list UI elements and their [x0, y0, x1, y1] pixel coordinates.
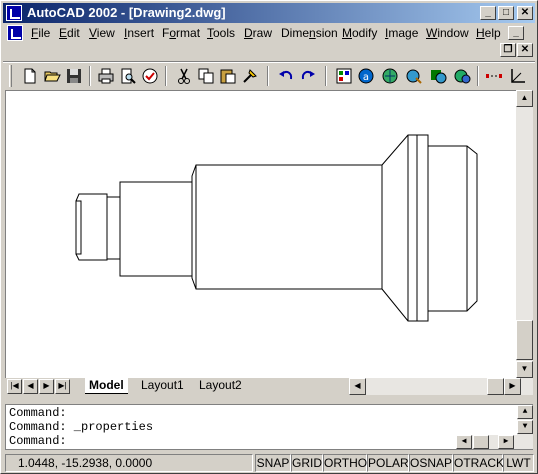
document-icon[interactable] — [7, 25, 23, 41]
command-window[interactable]: Command: Command: _properties Command: ▲… — [5, 404, 533, 450]
vertical-scrollbar[interactable]: ▲ ▼ — [516, 90, 533, 378]
menu-image[interactable]: Image — [385, 26, 418, 40]
print-icon[interactable] — [97, 67, 115, 85]
menu-view[interactable]: View — [89, 26, 115, 40]
toolbar-separator — [89, 66, 91, 86]
next-tab-button[interactable]: ▶ — [39, 379, 54, 394]
hyperlink-icon[interactable] — [405, 67, 423, 85]
meet-now-icon[interactable] — [453, 67, 471, 85]
menu-file[interactable]: File — [31, 26, 50, 40]
menu-edit[interactable]: Edit — [59, 26, 80, 40]
command-history-line: Command: _properties — [9, 420, 154, 434]
menu-draw[interactable]: Draw — [244, 26, 272, 40]
ucs-icon[interactable] — [509, 67, 527, 85]
command-scroll-down-button[interactable]: ▼ — [517, 420, 533, 434]
minimize-button[interactable]: _ — [480, 6, 496, 20]
doc-close-button[interactable]: ✕ — [517, 43, 533, 57]
tab-layout1[interactable]: Layout1 — [137, 378, 188, 394]
last-tab-button[interactable]: ▶| — [55, 379, 70, 394]
tab-layout2[interactable]: Layout2 — [195, 378, 246, 394]
snap-toggle[interactable]: SNAP — [255, 454, 291, 472]
title-bar[interactable]: AutoCAD 2002 - [Drawing2.dwg] _ □ ✕ — [3, 3, 535, 23]
menu-tools[interactable]: Tools — [207, 26, 235, 40]
toolbar-separator — [325, 66, 327, 86]
new-icon[interactable] — [21, 67, 39, 85]
svg-text:a: a — [363, 72, 369, 83]
grid-toggle[interactable]: GRID — [291, 454, 323, 472]
scroll-left-button[interactable]: ◀ — [349, 378, 366, 395]
today-icon[interactable] — [381, 67, 399, 85]
cut-icon[interactable] — [175, 67, 193, 85]
toolbar-grip[interactable] — [9, 65, 12, 87]
polar-toggle[interactable]: POLAR — [367, 454, 409, 472]
doc-restore-button[interactable]: ❐ — [500, 43, 516, 57]
properties-icon[interactable] — [335, 67, 353, 85]
lwt-toggle[interactable]: LWT — [503, 454, 534, 472]
toolbar-separator — [165, 66, 167, 86]
menu-format[interactable]: Format — [162, 26, 200, 40]
open-icon[interactable] — [43, 67, 61, 85]
distance-icon[interactable] — [485, 67, 503, 85]
osnap-toggle[interactable]: OSNAP — [409, 454, 453, 472]
window-title: AutoCAD 2002 - [Drawing2.dwg] — [27, 5, 226, 20]
first-tab-button[interactable]: |◀ — [7, 379, 22, 394]
app-window: AutoCAD 2002 - [Drawing2.dwg] _ □ ✕ File… — [0, 0, 538, 474]
print-preview-icon[interactable] — [119, 67, 137, 85]
command-scroll-left-button[interactable]: ◀ — [456, 435, 472, 449]
paste-icon[interactable] — [219, 67, 237, 85]
drawing-canvas[interactable] — [5, 90, 516, 378]
standard-toolbar: a — [3, 61, 535, 89]
copy-icon[interactable] — [197, 67, 215, 85]
menu-modify[interactable]: Modify — [342, 26, 377, 40]
prev-tab-button[interactable]: ◀ — [23, 379, 38, 394]
menu-insert[interactable]: Insert — [124, 26, 154, 40]
command-hscroll-thumb[interactable] — [473, 435, 489, 449]
redo-icon[interactable] — [299, 67, 317, 85]
command-scrollbar[interactable]: ▲ ▼ — [517, 405, 533, 449]
command-hscroll[interactable]: ◀ ▶ — [456, 435, 517, 449]
tab-model[interactable]: Model — [85, 378, 128, 394]
save-icon[interactable] — [65, 67, 83, 85]
scroll-up-button[interactable]: ▲ — [516, 90, 533, 107]
menu-dimension[interactable]: Dimension — [281, 26, 338, 40]
toolbar-separator — [267, 66, 269, 86]
layout-tab-bar: |◀ ◀ ▶ ▶| Model Layout1 Layout2 ◀ ▶ — [5, 378, 533, 395]
command-history-line: Command: — [9, 406, 67, 420]
scroll-down-button[interactable]: ▼ — [516, 361, 533, 378]
command-scroll-up-button[interactable]: ▲ — [517, 405, 533, 419]
command-prompt[interactable]: Command: — [9, 434, 67, 448]
command-scroll-right-button[interactable]: ▶ — [498, 435, 514, 449]
undo-icon[interactable] — [277, 67, 295, 85]
close-button[interactable]: ✕ — [517, 6, 533, 20]
menu-bar: File Edit View Insert Format Tools Draw … — [3, 23, 535, 57]
toolbar-separator — [477, 66, 479, 86]
otrack-toggle[interactable]: OTRACK — [453, 454, 504, 472]
menu-help[interactable]: Help — [476, 26, 501, 40]
autocad-app-icon[interactable] — [6, 5, 22, 21]
shaft-drawing — [75, 134, 478, 322]
ortho-toggle[interactable]: ORTHO — [323, 454, 367, 472]
scroll-right-button[interactable]: ▶ — [504, 378, 521, 395]
menu-window[interactable]: Window — [426, 26, 469, 40]
design-center-icon[interactable]: a — [357, 67, 375, 85]
horizontal-scrollbar[interactable]: ◀ ▶ — [349, 378, 533, 395]
spell-check-icon[interactable] — [141, 67, 159, 85]
status-bar: 1.0448, -15.2938, 0.0000 SNAP GRID ORTHO… — [3, 453, 535, 473]
match-properties-icon[interactable] — [241, 67, 259, 85]
coordinate-display[interactable]: 1.0448, -15.2938, 0.0000 — [5, 454, 253, 472]
web-icon[interactable] — [429, 67, 447, 85]
doc-minimize-button[interactable]: _ — [508, 26, 524, 40]
horizontal-scroll-thumb[interactable] — [487, 378, 504, 395]
maximize-button[interactable]: □ — [498, 6, 514, 20]
vertical-scroll-thumb[interactable] — [516, 320, 533, 360]
